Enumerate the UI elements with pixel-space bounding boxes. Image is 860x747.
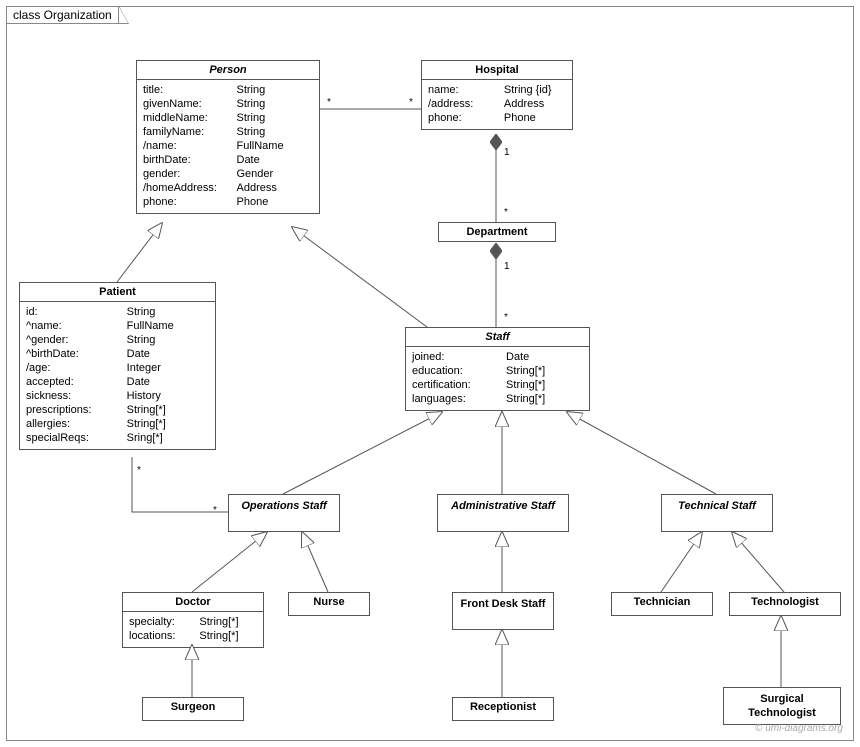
attributes: joined:Date education:String[*] certific… (406, 347, 589, 410)
class-administrative-staff: Administrative Staff (437, 494, 569, 532)
class-title: Receptionist (453, 698, 553, 716)
class-nurse: Nurse (288, 592, 370, 616)
attributes: title:String givenName:String middleName… (137, 80, 319, 213)
class-person: Person title:String givenName:String mid… (136, 60, 320, 214)
class-title: Operations Staff (229, 495, 339, 517)
class-title: Hospital (422, 61, 572, 80)
multiplicity: * (213, 505, 217, 516)
multiplicity: * (409, 97, 413, 108)
class-front-desk-staff: Front Desk Staff (452, 592, 554, 630)
watermark: © uml-diagrams.org (755, 723, 843, 734)
multiplicity: * (504, 207, 508, 218)
frame-label-tab: class Organization (6, 6, 129, 24)
class-title: Technical Staff (662, 495, 772, 517)
class-operations-staff: Operations Staff (228, 494, 340, 532)
frame-label: class Organization (6, 6, 119, 24)
class-title: Administrative Staff (438, 495, 568, 517)
class-hospital: Hospital name:String {id} /address:Addre… (421, 60, 573, 130)
class-technical-staff: Technical Staff (661, 494, 773, 532)
multiplicity: * (327, 97, 331, 108)
class-technologist: Technologist (729, 592, 841, 616)
class-title: Department (439, 223, 555, 241)
class-surgeon: Surgeon (142, 697, 244, 721)
class-doctor: Doctor specialty:String[*] locations:Str… (122, 592, 264, 648)
class-department: Department (438, 222, 556, 242)
attributes: name:String {id} /address:Address phone:… (422, 80, 572, 129)
class-title: Technician (612, 593, 712, 611)
class-title: Technologist (730, 593, 840, 611)
class-title: Doctor (123, 593, 263, 612)
attributes: specialty:String[*] locations:String[*] (123, 612, 263, 647)
multiplicity: 1 (504, 261, 510, 272)
class-title: Surgical Technologist (724, 688, 840, 724)
class-title: Nurse (289, 593, 369, 611)
class-title: Front Desk Staff (453, 593, 553, 615)
attributes: id:String ^name:FullName ^gender:String … (20, 302, 215, 449)
class-title: Surgeon (143, 698, 243, 716)
class-receptionist: Receptionist (452, 697, 554, 721)
multiplicity: * (504, 312, 508, 323)
class-technician: Technician (611, 592, 713, 616)
class-title: Staff (406, 328, 589, 347)
class-title: Patient (20, 283, 215, 302)
multiplicity: 1 (504, 147, 510, 158)
class-patient: Patient id:String ^name:FullName ^gender… (19, 282, 216, 450)
class-title: Person (137, 61, 319, 80)
multiplicity: * (137, 465, 141, 476)
class-surgical-technologist: Surgical Technologist (723, 687, 841, 725)
class-diagram-frame: class Organization Person title:String g… (6, 6, 854, 741)
class-staff: Staff joined:Date education:String[*] ce… (405, 327, 590, 411)
